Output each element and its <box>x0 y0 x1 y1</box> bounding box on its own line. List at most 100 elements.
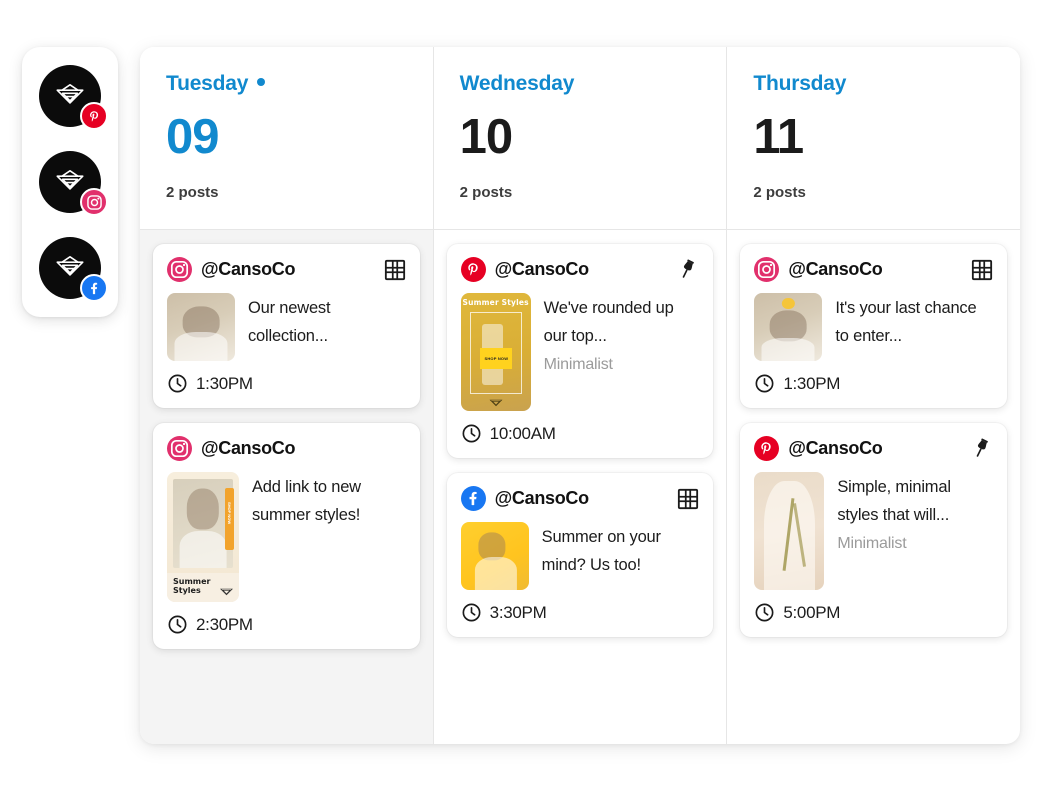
account-handle: @CansoCo <box>494 259 589 279</box>
post-card-header: @CansoCo <box>167 257 406 282</box>
clock-icon <box>754 602 775 623</box>
clock-icon <box>167 614 188 635</box>
post-card[interactable]: @CansoCo Summer on your mind? Us too! 3:30… <box>446 473 714 637</box>
account-avatar-instagram[interactable] <box>39 151 108 216</box>
day-column-thursday: Thursday 11 2 posts @CansoCo It's your last … <box>726 47 1020 744</box>
post-text: Summer on your mind? Us too! <box>542 522 700 590</box>
grid-icon[interactable] <box>677 488 699 510</box>
today-indicator-dot <box>257 78 266 86</box>
account-avatar-pinterest[interactable] <box>39 65 108 130</box>
account-handle: @CansoCo <box>201 438 296 458</box>
clock-icon <box>167 373 188 394</box>
account-handle: @CansoCo <box>788 438 883 458</box>
post-card-body: Our newest collection... <box>167 293 406 361</box>
post-caption: Simple, minimal styles that will... <box>837 478 951 525</box>
post-time-label: 3:30PM <box>489 602 547 622</box>
pinterest-board-name: Minimalist <box>837 534 907 552</box>
post-time-label: 1:30PM <box>783 373 841 393</box>
pinterest-board-name: Minimalist <box>543 355 613 373</box>
post-card-header: @CansoCo <box>754 436 993 461</box>
post-schedule-time: 5:00PM <box>754 602 993 623</box>
post-thumbnail <box>460 522 529 590</box>
day-post-count: 2 posts <box>166 184 219 201</box>
post-text: It's your last chance to enter... <box>835 293 993 361</box>
day-number: 09 <box>166 110 220 164</box>
day-header: Tuesday 09 2 posts <box>140 47 433 230</box>
post-text: Simple, minimal styles that will... Minim… <box>837 472 993 590</box>
post-caption: Our newest collection... <box>248 299 331 346</box>
day-name-row: Tuesday <box>166 72 407 96</box>
account-handle: @CansoCo <box>788 259 883 279</box>
post-time-label: 2:30PM <box>196 614 253 634</box>
post-text: We've rounded up our top... Minimalist <box>544 293 700 411</box>
post-text: Add link to new summer styles! <box>252 472 406 602</box>
calendar-panel: Tuesday 09 2 posts @CansoCo Our newest colle… <box>140 47 1020 744</box>
grid-icon[interactable] <box>384 259 406 281</box>
grid-icon[interactable] <box>971 259 993 281</box>
post-time-label: 10:00AM <box>489 423 556 443</box>
post-caption: Summer on your mind? Us too! <box>541 528 661 575</box>
post-card-header: @CansoCo <box>460 486 700 511</box>
pinterest-icon <box>80 102 108 130</box>
post-card-body: Simple, minimal styles that will... Minim… <box>754 472 993 590</box>
facebook-icon <box>460 486 486 511</box>
app-root: Tuesday 09 2 posts @CansoCo Our newest colle… <box>0 0 1059 798</box>
post-schedule-time: 3:30PM <box>461 602 700 623</box>
pin-icon[interactable] <box>676 258 699 281</box>
day-column-wednesday: Wednesday 10 2 posts @CansoCo Summer Styles S… <box>432 47 727 744</box>
post-card-body: SHOP NOW Summer Styles Add link to new summ… <box>167 472 406 602</box>
post-schedule-time: 2:30PM <box>167 614 406 635</box>
post-card[interactable]: @CansoCo Summer Styles SHOP NOW We've round… <box>446 244 714 458</box>
post-caption: It's your last chance to enter... <box>835 299 977 346</box>
instagram-icon <box>754 257 780 282</box>
facebook-icon <box>80 274 108 302</box>
pin-icon[interactable] <box>970 437 993 460</box>
post-card-header: @CansoCo <box>754 257 993 282</box>
day-number: 11 <box>753 110 804 164</box>
day-name: Thursday <box>753 72 847 95</box>
post-card[interactable]: @CansoCo Our newest collection... 1:30PM <box>153 244 420 408</box>
post-time-label: 5:00PM <box>783 602 841 622</box>
day-post-list: @CansoCo Our newest collection... 1:30PM @C… <box>140 230 433 744</box>
instagram-icon <box>167 436 192 461</box>
day-name: Wednesday <box>459 72 575 95</box>
post-card-body: Summer on your mind? Us too! <box>460 522 700 590</box>
post-card-header: @CansoCo <box>460 257 700 282</box>
post-thumbnail: SHOP NOW Summer Styles <box>167 472 239 602</box>
day-number: 10 <box>459 110 514 164</box>
post-caption: Add link to new summer styles! <box>252 478 361 525</box>
post-text: Our newest collection... <box>248 293 406 361</box>
clock-icon <box>461 602 482 623</box>
pinterest-icon <box>460 257 486 282</box>
post-time-label: 1:30PM <box>196 373 253 393</box>
day-header: Wednesday 10 2 posts <box>433 47 727 230</box>
account-rail <box>22 47 118 317</box>
post-schedule-time: 1:30PM <box>167 373 406 394</box>
post-card[interactable]: @CansoCo Simple, minimal styles that will… <box>740 423 1008 637</box>
day-post-list: @CansoCo Summer Styles SHOP NOW We've round… <box>434 230 727 744</box>
instagram-icon <box>167 257 192 282</box>
post-thumbnail <box>754 472 825 590</box>
day-name: Tuesday <box>166 72 249 95</box>
account-handle: @CansoCo <box>201 259 296 279</box>
day-header: Thursday 11 2 posts <box>727 47 1020 230</box>
account-avatar-facebook[interactable] <box>39 237 108 302</box>
post-card-body: It's your last chance to enter... <box>754 293 993 361</box>
account-handle: @CansoCo <box>494 488 589 508</box>
post-thumbnail <box>754 293 823 361</box>
clock-icon <box>461 423 482 444</box>
day-name-row: Wednesday <box>460 72 701 96</box>
day-column-tuesday: Tuesday 09 2 posts @CansoCo Our newest colle… <box>140 47 433 744</box>
day-post-count: 2 posts <box>753 184 806 201</box>
instagram-icon <box>80 188 108 216</box>
post-card[interactable]: @CansoCo SHOP NOW Summer Styles Add link to … <box>153 423 420 649</box>
post-schedule-time: 1:30PM <box>754 373 993 394</box>
post-card[interactable]: @CansoCo It's your last chance to enter..… <box>740 244 1008 408</box>
post-caption: We've rounded up our top... <box>543 299 674 346</box>
post-card-header: @CansoCo <box>167 436 406 461</box>
post-card-body: Summer Styles SHOP NOW We've rounded up ou… <box>460 293 700 411</box>
post-thumbnail <box>167 293 235 361</box>
day-post-count: 2 posts <box>459 184 513 201</box>
post-schedule-time: 10:00AM <box>461 423 700 444</box>
clock-icon <box>754 373 775 394</box>
